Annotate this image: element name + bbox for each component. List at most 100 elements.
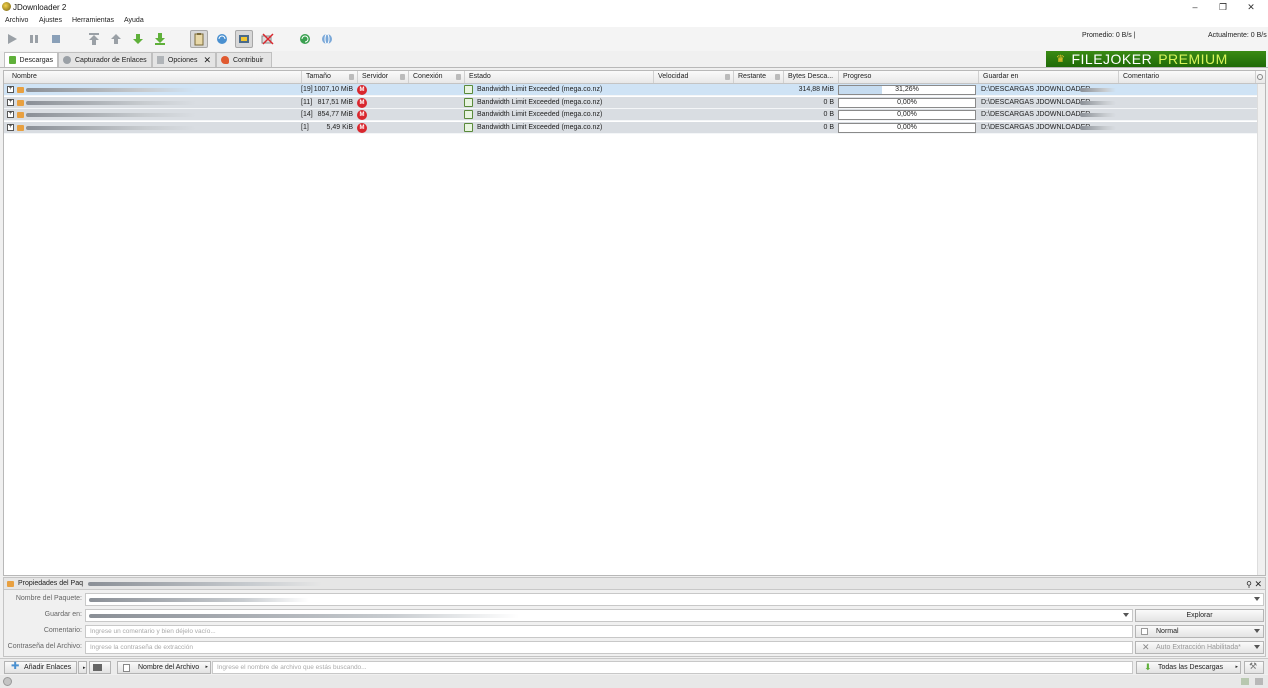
table-row[interactable]: + [14] 854,77 MiB M Bandwidth Limit Exceeded… (4, 109, 1257, 121)
start-downloads-button[interactable] (3, 30, 21, 48)
chevron-right-icon: ▸ (1235, 664, 1238, 670)
package-size: 817,51 MiB (317, 98, 353, 106)
menu-archivo[interactable]: Archivo (5, 17, 28, 24)
column-velocidad[interactable]: Velocidad (654, 71, 734, 83)
tab-capturador[interactable]: Capturador de Enlaces (58, 52, 152, 67)
package-icon (17, 112, 24, 118)
clipboard-icon (194, 33, 204, 46)
trash-icon (93, 664, 102, 671)
reconnect-icon (217, 34, 227, 44)
package-properties-panel: Propiedades del Paq ⚲ ✕ Nombre del Paque… (3, 577, 1266, 657)
table-row[interactable]: + [19] 1007,10 MiB M Bandwidth Limit Exceede… (4, 84, 1257, 96)
bytes-downloaded: 0 B (823, 98, 834, 106)
save-path: D:\DESCARGAS JDOWNLOADER (981, 111, 1091, 118)
premium-toggle-button[interactable] (235, 30, 253, 48)
package-name-blurred (26, 100, 196, 105)
move-up-button[interactable] (107, 30, 125, 48)
quick-settings-button[interactable]: ⚒ (1244, 661, 1264, 674)
column-servidor[interactable]: Servidor (358, 71, 409, 83)
column-tamano[interactable]: Tamaño (302, 71, 358, 83)
column-conexion[interactable]: Conexión (409, 71, 465, 83)
package-name-field[interactable] (85, 593, 1264, 606)
add-links-button[interactable]: ✚ Añadir Enlaces (4, 661, 77, 674)
minimize-button[interactable]: – (1183, 1, 1207, 13)
explore-button[interactable]: Explorar (1135, 609, 1264, 622)
archive-password-field[interactable]: Ingrese la contraseña de extracción (85, 641, 1133, 654)
menu-ayuda[interactable]: Ayuda (124, 17, 144, 24)
auto-extract-select[interactable]: ✕ Auto Extracción Habilitada* (1135, 641, 1264, 654)
save-path-blurred (1080, 113, 1116, 117)
pause-downloads-button[interactable] (25, 30, 43, 48)
speed-limit-button[interactable] (258, 30, 276, 48)
tab-descargas[interactable]: Descargas (4, 52, 58, 67)
tab-opciones[interactable]: Opciones ✕ (152, 52, 216, 67)
close-panel-icon[interactable]: ✕ (1254, 579, 1262, 590)
move-to-bottom-button[interactable] (151, 30, 169, 48)
save-path-blurred (1080, 88, 1116, 92)
stop-downloads-button[interactable] (47, 30, 65, 48)
pin-icon[interactable]: ⚲ (1246, 580, 1252, 589)
lock-icon (725, 74, 730, 80)
expand-toggle-icon[interactable]: + (7, 98, 14, 106)
connection-status-icon[interactable] (3, 677, 12, 686)
file-icon (123, 664, 130, 672)
view-select[interactable]: ⬇ Todas las Descargas ▸ (1136, 661, 1241, 674)
filejoker-premium-banner[interactable]: ♛ FILEJOKER PREMIUM (1046, 51, 1266, 67)
refresh-icon (300, 34, 310, 44)
column-settings-icon[interactable] (1257, 74, 1263, 80)
move-down-button[interactable] (129, 30, 147, 48)
progress-text: 0,00% (897, 123, 917, 131)
table-row[interactable]: + [1] 5,49 KiB M Bandwidth Limit Exceeded (m… (4, 121, 1257, 134)
column-guardar-en[interactable]: Guardar en (979, 71, 1119, 83)
auto-reconnect-button[interactable] (213, 30, 231, 48)
close-button[interactable]: ✕ (1239, 1, 1263, 13)
column-label: Restante (738, 73, 767, 80)
pause-icon (30, 35, 38, 43)
save-in-label: Guardar en: (44, 611, 82, 618)
column-progreso[interactable]: Progreso (839, 71, 979, 83)
package-icon (17, 99, 24, 106)
save-path: D:\DESCARGAS JDOWNLOADER (981, 98, 1091, 106)
chevron-down-icon (1254, 645, 1260, 649)
disabled-x-icon: ✕ (1142, 642, 1150, 652)
menu-herramientas[interactable]: Herramientas (72, 17, 114, 24)
vertical-scrollbar[interactable] (1257, 84, 1265, 575)
column-comentario[interactable]: Comentario (1119, 71, 1256, 83)
menu-ajustes[interactable]: Ajustes (39, 17, 62, 24)
expand-toggle-icon[interactable]: + (7, 86, 14, 93)
column-restante[interactable]: Restante (734, 71, 784, 83)
progress-text: 0,00% (897, 111, 917, 118)
comment-field[interactable]: Ingrese un comentario y bien déjelo vací… (85, 625, 1133, 638)
save-in-field[interactable] (85, 609, 1133, 622)
priority-select[interactable]: Normal (1135, 625, 1264, 638)
expand-toggle-icon[interactable]: + (7, 123, 14, 131)
tray-icon-1[interactable] (1241, 678, 1249, 685)
package-size: 1007,10 MiB (313, 86, 353, 93)
add-links-menu-button[interactable]: ▸ (78, 661, 87, 674)
column-estado[interactable]: Estado (465, 71, 654, 83)
tab-close-icon[interactable]: ✕ (203, 55, 211, 66)
download-status: Bandwidth Limit Exceeded (mega.co.nz) (477, 86, 603, 93)
update-button[interactable] (318, 30, 336, 48)
tab-label: Contribuir (233, 56, 264, 64)
progress-bar: 0,00% (838, 97, 976, 108)
column-bytes-descargados[interactable]: Bytes Desca... (784, 71, 839, 83)
save-path-blurred (89, 614, 519, 618)
search-input[interactable]: Ingrese el nombre de archivo que estás b… (212, 661, 1133, 674)
reconnect-now-button[interactable] (296, 30, 314, 48)
tray-icon-2[interactable] (1255, 678, 1263, 685)
filter-field-select[interactable]: Nombre del Archivo ▸ (117, 661, 211, 674)
delete-menu-button[interactable] (89, 661, 111, 674)
download-arrow-icon (9, 56, 16, 64)
view-value: Todas las Descargas (1158, 664, 1223, 671)
column-nombre[interactable]: Nombre (8, 71, 302, 83)
restore-button[interactable]: ❐ (1211, 1, 1235, 13)
expand-toggle-icon[interactable]: + (7, 111, 14, 118)
move-to-top-button[interactable] (85, 30, 103, 48)
tab-contribuir[interactable]: Contribuir (216, 52, 272, 67)
move-bottom-icon (155, 33, 165, 45)
table-row[interactable]: + [11] 817,51 MiB M Bandwidth Limit Exceeded… (4, 96, 1257, 109)
clipboard-observer-button[interactable] (190, 30, 208, 48)
package-icon (17, 87, 24, 93)
tools-icon (157, 56, 164, 64)
